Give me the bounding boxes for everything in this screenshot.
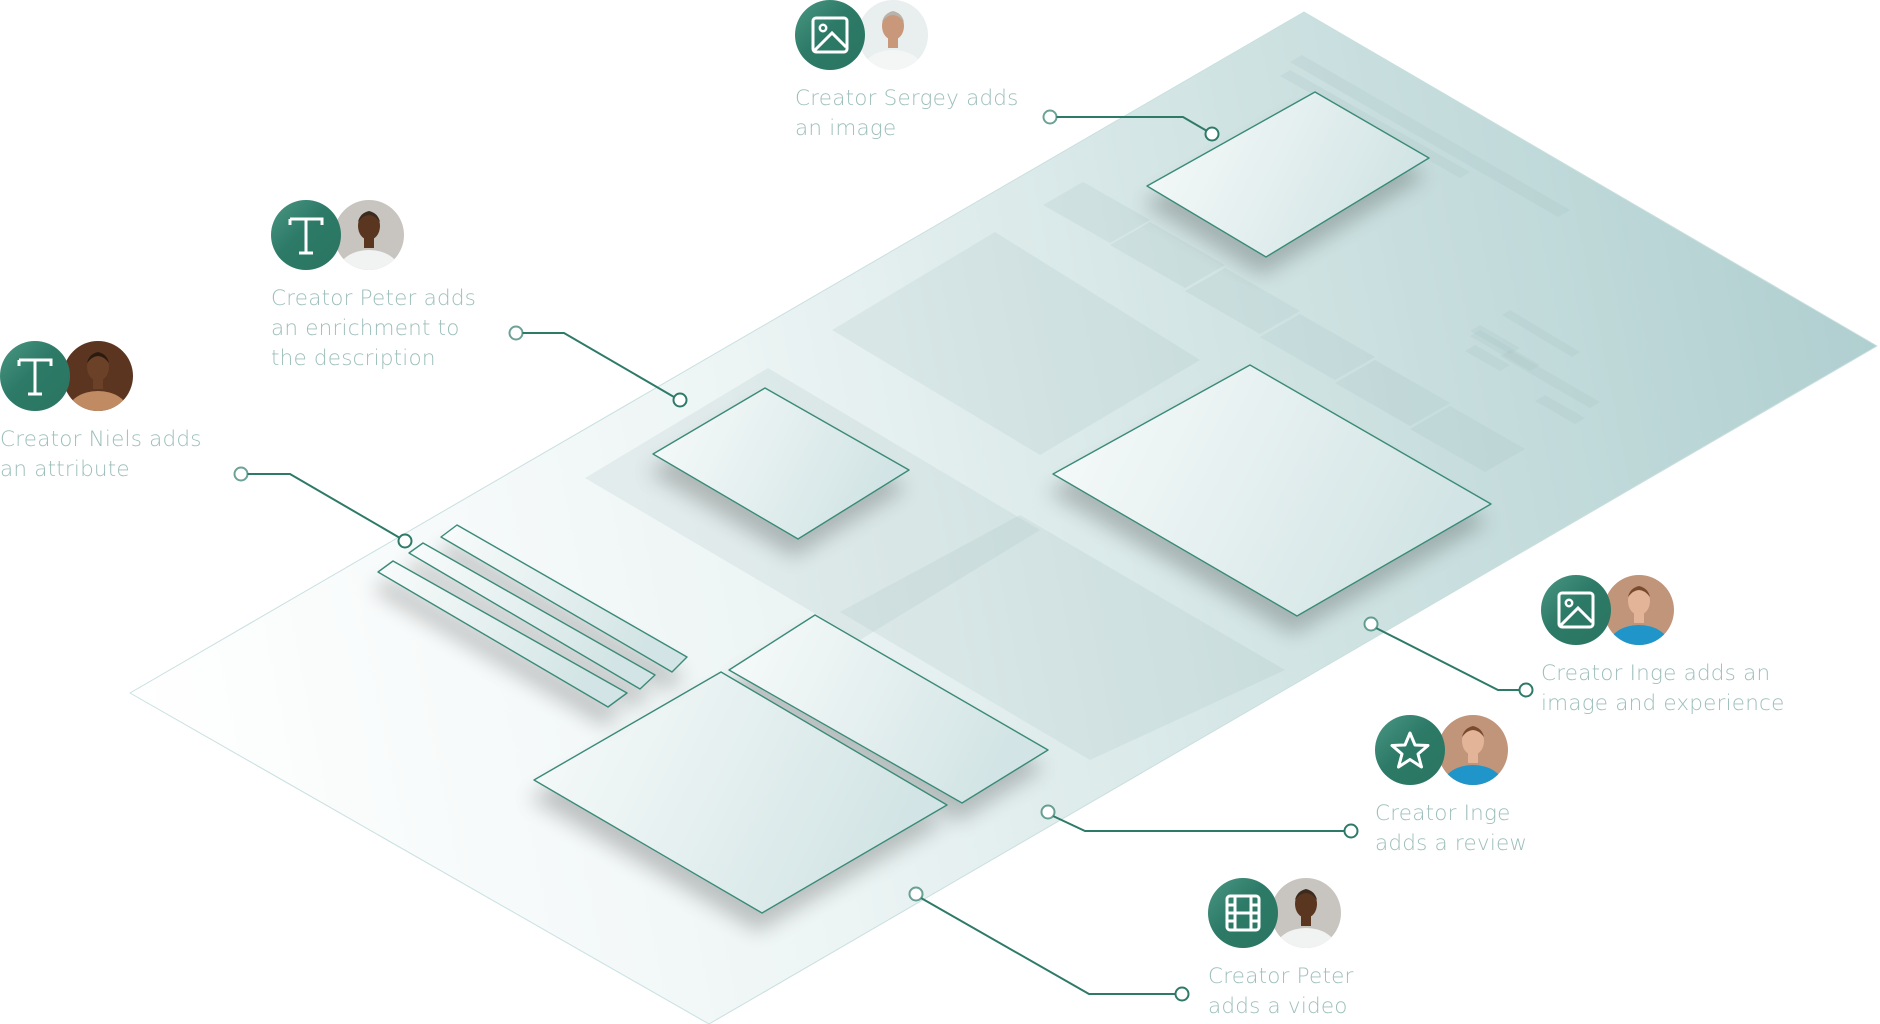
- connector-peter-video: [920, 897, 1176, 995]
- connector-dot: [1363, 616, 1379, 632]
- caption: Creator Sergey adds an image: [795, 84, 1019, 144]
- connector-inge-review: [1052, 815, 1345, 832]
- connector-dot: [397, 533, 413, 549]
- caption-line: an attribute: [0, 457, 130, 482]
- connector-dot: [1040, 804, 1056, 820]
- annotation-peter-enrichment: Creator Peter adds an enrichment to the …: [271, 200, 476, 374]
- caption: Creator Peter adds a video: [1208, 962, 1354, 1022]
- caption-line: adds a video: [1208, 994, 1348, 1019]
- badge-pair: [271, 200, 411, 272]
- connector-inge-image: [1375, 627, 1520, 691]
- avatar-inge: [1604, 575, 1674, 645]
- caption-line: the description: [271, 346, 436, 371]
- image-icon: [1541, 575, 1611, 645]
- connector-dot: [508, 325, 524, 341]
- caption-line: Creator Niels adds: [0, 427, 202, 452]
- connector-dot: [1174, 986, 1190, 1002]
- badge-pair: [1208, 878, 1348, 950]
- caption-line: Creator Peter: [1208, 964, 1354, 989]
- annotation-inge-image-experience: Creator Inge adds an image and experienc…: [1541, 575, 1785, 719]
- text-icon: [271, 200, 341, 270]
- text-icon: [0, 341, 70, 411]
- annotation-inge-review: Creator Inge adds a review: [1375, 715, 1527, 859]
- avatar-sergey: [858, 0, 928, 70]
- connector-niels: [247, 473, 401, 539]
- caption: Creator Niels adds an attribute: [0, 425, 202, 485]
- connector-peter-description: [522, 332, 675, 398]
- connector-dot: [233, 466, 249, 482]
- badge-pair: [795, 0, 935, 72]
- film-icon: [1208, 878, 1278, 948]
- image-icon: [795, 0, 865, 70]
- connector-dot: [1204, 126, 1220, 142]
- avatar-peter: [334, 200, 404, 270]
- caption-line: an image: [795, 116, 897, 141]
- caption-line: image and experience: [1541, 691, 1785, 716]
- caption: Creator Inge adds an image and experienc…: [1541, 659, 1785, 719]
- annotation-sergey-image: Creator Sergey adds an image: [795, 0, 1019, 144]
- caption: Creator Peter adds an enrichment to the …: [271, 284, 476, 374]
- avatar-niels: [63, 341, 133, 411]
- avatar-peter: [1271, 878, 1341, 948]
- star-icon: [1375, 715, 1445, 785]
- badge-pair: [1375, 715, 1515, 787]
- caption-line: Creator Inge: [1375, 801, 1511, 826]
- badge-pair: [1541, 575, 1681, 647]
- connector-dot: [1343, 823, 1359, 839]
- caption-line: Creator Inge adds an: [1541, 661, 1771, 686]
- connector-dot: [1518, 682, 1534, 698]
- badge-pair: [0, 341, 140, 413]
- caption-line: an enrichment to: [271, 316, 460, 341]
- connector-dot: [1042, 109, 1058, 125]
- caption: Creator Inge adds a review: [1375, 799, 1527, 859]
- avatar-inge: [1438, 715, 1508, 785]
- isometric-page-diagram: [129, 11, 1878, 1024]
- connector-dot: [908, 886, 924, 902]
- caption-line: adds a review: [1375, 831, 1528, 856]
- annotation-niels-attribute: Creator Niels adds an attribute: [0, 341, 202, 485]
- caption-line: Creator Peter adds: [271, 286, 477, 311]
- caption-line: Creator Sergey adds: [795, 86, 1019, 111]
- connector-dot: [672, 392, 688, 408]
- annotation-peter-video: Creator Peter adds a video: [1208, 878, 1354, 1022]
